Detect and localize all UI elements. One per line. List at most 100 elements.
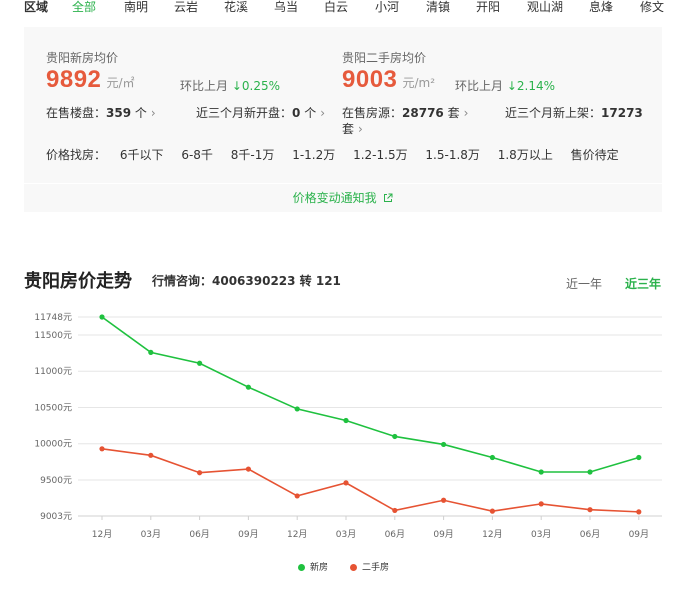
second-house-price: 9003 [342,66,398,93]
tab-one-year[interactable]: 近一年 [566,275,602,292]
data-point [294,406,300,412]
data-point [197,360,203,366]
data-point [148,452,154,458]
data-point [441,441,447,448]
x-tick-label: 03月 [141,529,161,540]
y-tick-label: 10000元 [34,440,72,450]
x-tick-label: 09月 [433,529,453,540]
data-point [343,480,349,486]
legend-dot [298,564,305,571]
x-tick-label: 06月 [580,529,600,540]
chart-title: 贵阳房价走势 [24,271,132,292]
legend-label-new: 新房 [310,563,329,573]
data-point [489,508,495,514]
price-filter-option[interactable]: 1.2-1.5万 [353,146,408,163]
district-item-all[interactable]: 全部 [72,0,96,14]
second-house-price-row: 9003 元/m² [342,66,435,94]
external-link-icon [384,193,393,202]
district-item[interactable]: 息烽 [589,0,613,14]
second-house-on-sale[interactable]: 在售房源：28776 套 › [342,104,468,121]
x-tick-label: 09月 [629,529,649,540]
second-house-recent-label: 近三个月新上架： [505,106,602,120]
data-point [197,470,203,476]
data-point [245,384,251,390]
x-tick-label: 12月 [287,529,307,540]
y-tick-label: 11748元 [34,313,72,323]
data-point [538,469,544,475]
district-item[interactable]: 观山湖 [527,0,563,14]
y-tick-label: 11500元 [34,331,72,341]
price-filter-row: 价格找房： 6千以下 6-8千 8千-1万 1-1.2万 1.2-1.5万 1.… [46,146,633,163]
district-item[interactable]: 小河 [375,0,399,14]
price-filter-label: 价格找房： [46,148,107,162]
price-change-notify-button[interactable]: 价格变动通知我 [24,184,662,212]
new-house-on-sale[interactable]: 在售楼盘：359 个 › [46,104,156,121]
district-item[interactable]: 乌当 [274,0,298,14]
district-item[interactable]: 云岩 [174,0,198,14]
x-tick-label: 03月 [531,529,551,540]
down-arrow-icon: ↓ [231,79,242,93]
second-house-recent-value: 17273 [601,106,643,120]
price-filter-option[interactable]: 6-8千 [181,146,213,163]
data-point [636,454,642,461]
chevron-right-icon: › [463,106,469,120]
price-filter-option[interactable]: 1-1.2万 [292,146,335,163]
new-house-recent-suffix: 个 [304,106,317,120]
second-house-recent-suffix: 套 [342,122,355,136]
data-point [294,493,300,499]
price-filter-option[interactable]: 售价待定 [571,146,619,163]
new-house-change-value: 0.25% [241,79,281,93]
legend-label-second: 二手房 [362,563,390,573]
new-house-recent-label: 近三个月新开盘： [196,106,293,120]
new-house-unit: 元/㎡ [106,76,135,90]
price-summary-panel: 贵阳新房均价 9892 元/㎡ 环比上月 ↓0.25% 在售楼盘：359 个 › … [24,27,662,183]
data-point [343,417,349,424]
new-house-on-sale-label: 在售楼盘： [46,106,107,120]
price-filter-option[interactable]: 1.5-1.8万 [425,146,480,163]
data-point [148,349,154,355]
down-arrow-icon: ↓ [506,79,517,93]
data-point [99,446,105,452]
district-item[interactable]: 花溪 [224,0,248,14]
chevron-right-icon: › [150,106,156,120]
hotline-text: 行情咨询：4006390223 转 121 [152,274,341,288]
district-item[interactable]: 白云 [324,0,348,14]
data-point [587,469,593,475]
series-line-0 [101,316,640,473]
second-house-recent-suffix-row[interactable]: 套 › [342,120,363,137]
data-point [538,501,544,507]
price-filter-option[interactable]: 6千以下 [120,146,164,163]
second-house-unit: 元/m² [402,76,436,90]
new-house-change: 环比上月 ↓0.25% [180,77,280,94]
district-nav-label: 区域 [24,0,49,14]
price-filter-option[interactable]: 1.8万以上 [498,146,553,163]
second-house-change: 环比上月 ↓2.14% [455,77,555,94]
data-point [392,433,398,440]
tab-three-years[interactable]: 近三年 [625,275,661,292]
second-house-recent[interactable]: 近三个月新上架：17273 [505,104,643,121]
legend-item-second[interactable]: 二手房 [350,562,389,574]
legend-item-new[interactable]: 新房 [298,562,328,574]
district-item[interactable]: 修文 [640,0,664,14]
x-tick-label: 12月 [92,529,112,540]
x-tick-label: 06月 [189,529,209,540]
second-house-title: 贵阳二手房均价 [342,51,427,65]
chevron-right-icon: › [358,122,363,136]
district-item[interactable]: 南明 [124,0,148,14]
y-tick-label: 9003元 [40,512,72,522]
y-tick-label: 11000元 [34,367,72,377]
new-house-price-row: 9892 元/㎡ [46,66,135,94]
price-trend-chart: 9003元 9500元 10000元 10500元 11000元 11500元 11748元… [34,313,662,540]
district-nav: 区域 全部 南明 云岩 花溪 乌当 白云 小河 清镇 开阳 观山湖 息烽 修文 [0,0,690,18]
price-filter-option[interactable]: 8千-1万 [231,146,275,163]
district-item[interactable]: 清镇 [426,0,450,14]
data-point [587,507,593,513]
new-house-on-sale-suffix: 个 [134,106,147,120]
new-house-recent[interactable]: 近三个月新开盘：0 个 › [196,104,325,121]
new-house-recent-value: 0 [292,106,301,120]
new-house-change-label: 环比上月 [180,79,229,93]
second-house-on-sale-value: 28776 [402,106,444,120]
district-item[interactable]: 开阳 [476,0,500,14]
data-point [245,466,251,472]
x-tick-label: 03月 [336,529,356,540]
